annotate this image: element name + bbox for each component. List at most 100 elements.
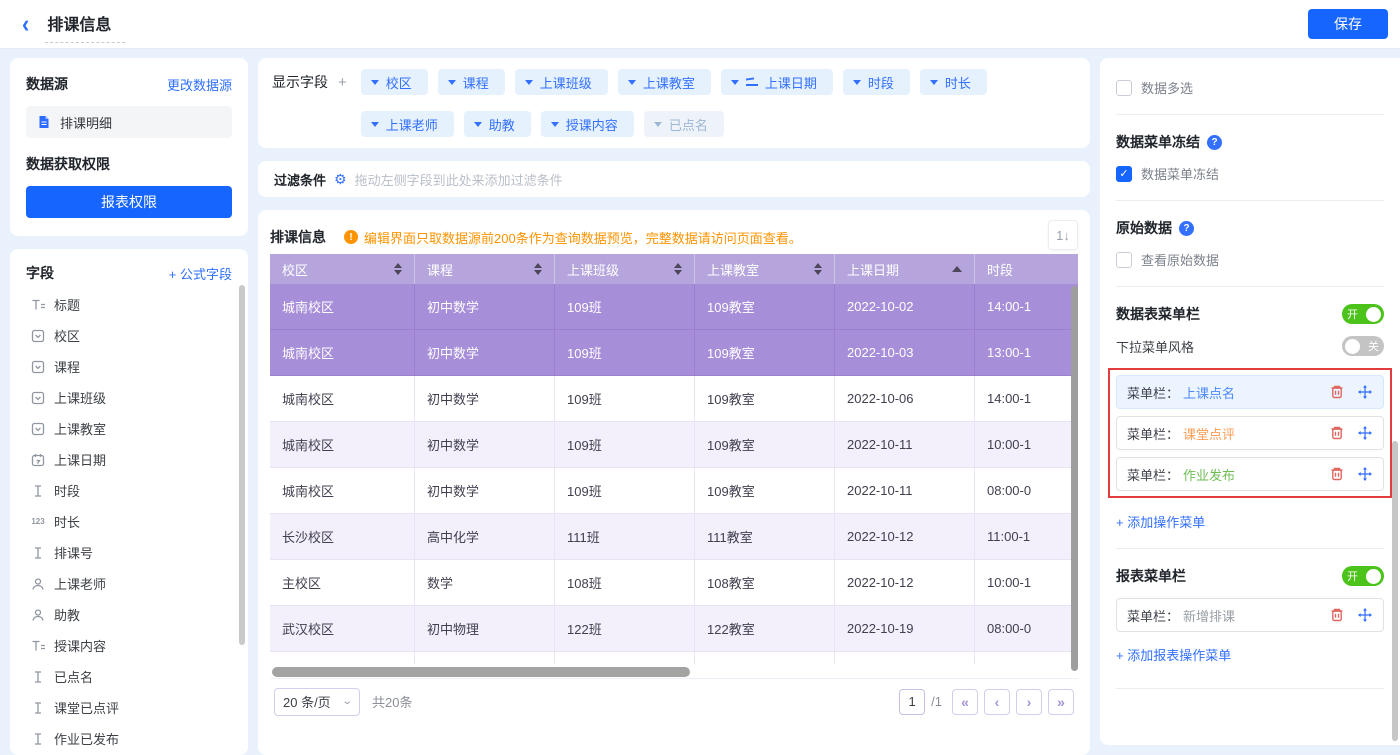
- column-header-课程[interactable]: 课程: [415, 254, 555, 284]
- trash-icon[interactable]: [1329, 425, 1345, 441]
- prev-page-button[interactable]: ‹: [984, 689, 1010, 715]
- trash-icon[interactable]: [1329, 384, 1345, 400]
- select-icon: [30, 390, 46, 406]
- chip-时长[interactable]: 时长: [920, 69, 987, 95]
- save-button[interactable]: 保存: [1308, 9, 1388, 39]
- divider: [1116, 114, 1384, 115]
- raw-data-checkbox-row[interactable]: 查看原始数据: [1116, 250, 1384, 269]
- table-row-partial: [270, 652, 1078, 664]
- menu-name: 课堂点评: [1183, 424, 1317, 443]
- table-sort-button[interactable]: 1↓: [1048, 220, 1078, 250]
- freeze-checkbox-row[interactable]: ✓ 数据菜单冻结: [1116, 164, 1384, 183]
- chip-上课日期[interactable]: 上课日期: [721, 69, 833, 95]
- field-item-排课号[interactable]: 排课号: [26, 537, 232, 568]
- trash-icon[interactable]: [1329, 607, 1345, 623]
- chip-时段[interactable]: 时段: [843, 69, 910, 95]
- add-action-menu-link[interactable]: + 添加操作菜单: [1116, 512, 1205, 531]
- table-row[interactable]: 武汉校区初中物理122班122教室2022-10-1908:00-0: [270, 606, 1078, 652]
- table-row[interactable]: 城南校区初中数学109班109教室2022-10-0313:00-1: [270, 330, 1078, 376]
- trash-icon[interactable]: [1329, 466, 1345, 482]
- fields-scrollbar[interactable]: [239, 285, 245, 645]
- checkbox-unchecked-icon[interactable]: [1116, 252, 1132, 268]
- column-header-上课班级[interactable]: 上课班级: [555, 254, 695, 284]
- chip-课程[interactable]: 课程: [438, 69, 505, 95]
- field-item-上课教室[interactable]: 上课教室: [26, 413, 232, 444]
- table-vertical-scrollbar[interactable]: [1071, 286, 1078, 671]
- back-icon[interactable]: ‹: [22, 11, 29, 36]
- formula-field-link[interactable]: + 公式字段: [169, 264, 232, 283]
- top-bar: ‹ 排课信息 保存: [0, 0, 1400, 48]
- current-page-input[interactable]: 1: [899, 689, 925, 715]
- chip-助教[interactable]: 助教: [464, 111, 531, 137]
- table-row[interactable]: 长沙校区高中化学111班111教室2022-10-1211:00-1: [270, 514, 1078, 560]
- chip-已点名[interactable]: 已点名: [644, 111, 724, 137]
- last-page-button[interactable]: »: [1048, 689, 1074, 715]
- table-row[interactable]: 城南校区初中数学109班109教室2022-10-0614:00-1: [270, 376, 1078, 422]
- move-icon[interactable]: [1357, 607, 1373, 623]
- column-header-上课日期[interactable]: 上课日期: [835, 254, 975, 284]
- column-header-上课教室[interactable]: 上课教室: [695, 254, 835, 284]
- help-icon[interactable]: ?: [1179, 221, 1194, 236]
- field-item-上课日期[interactable]: 上课日期: [26, 444, 232, 475]
- dropdown-style-toggle-off[interactable]: 关: [1342, 336, 1384, 356]
- table-row[interactable]: 城南校区初中数学109班109教室2022-10-1108:00-0: [270, 468, 1078, 514]
- table-row[interactable]: 城南校区初中数学109班109教室2022-10-1110:00-1: [270, 422, 1078, 468]
- field-item-课堂已点评[interactable]: 课堂已点评: [26, 692, 232, 723]
- select-icon: [30, 359, 46, 375]
- next-page-button[interactable]: ›: [1016, 689, 1042, 715]
- column-header-校区[interactable]: 校区: [270, 254, 415, 284]
- report-permission-button[interactable]: 报表权限: [26, 186, 232, 218]
- add-display-field-button[interactable]: +: [338, 74, 347, 91]
- checkbox-checked-icon[interactable]: ✓: [1116, 166, 1132, 182]
- chip-上课老师[interactable]: 上课老师: [361, 111, 454, 137]
- first-page-button[interactable]: «: [952, 689, 978, 715]
- panel-scrollbar[interactable]: [1392, 441, 1398, 741]
- field-item-时长[interactable]: 123时长: [26, 506, 232, 537]
- field-item-作业已发布[interactable]: 作业已发布: [26, 723, 232, 754]
- menu-row-课堂点评[interactable]: 菜单栏： 课堂点评: [1116, 416, 1384, 450]
- chip-校区[interactable]: 校区: [361, 69, 428, 95]
- sort-asc-icon: [952, 266, 962, 272]
- move-icon[interactable]: [1357, 425, 1373, 441]
- chip-授课内容[interactable]: 授课内容: [541, 111, 634, 137]
- gear-icon[interactable]: ⚙: [334, 171, 347, 188]
- checkbox-unchecked-icon[interactable]: [1116, 80, 1132, 96]
- field-label: 助教: [54, 605, 80, 624]
- chip-上课班级[interactable]: 上课班级: [515, 69, 608, 95]
- field-item-时段[interactable]: 时段: [26, 475, 232, 506]
- filter-label: 过滤条件: [274, 170, 326, 189]
- table-title: 排课信息: [270, 227, 326, 247]
- move-icon[interactable]: [1357, 384, 1373, 400]
- field-item-标题[interactable]: 标题: [26, 289, 232, 320]
- help-icon[interactable]: ?: [1207, 135, 1222, 150]
- table-menu-toggle-on[interactable]: 开: [1342, 304, 1384, 324]
- table-row[interactable]: 主校区数学108班108教室2022-10-1210:00-1: [270, 560, 1078, 606]
- table-horizontal-scrollbar[interactable]: [272, 667, 690, 677]
- filter-card[interactable]: 过滤条件 ⚙ 拖动左侧字段到此处来添加过滤条件: [258, 161, 1090, 197]
- menu-row-作业发布[interactable]: 菜单栏： 作业发布: [1116, 457, 1384, 491]
- chevron-down-icon: [525, 80, 533, 85]
- chevron-down-icon: [551, 122, 559, 127]
- field-item-校区[interactable]: 校区: [26, 320, 232, 351]
- move-icon[interactable]: [1357, 466, 1373, 482]
- field-item-已点名[interactable]: 已点名: [26, 661, 232, 692]
- add-report-menu-link[interactable]: + 添加报表操作菜单: [1116, 645, 1231, 664]
- table-menu-section-title: 数据表菜单栏: [1116, 304, 1200, 324]
- field-label: 上课日期: [54, 450, 106, 469]
- menu-row-新增排课[interactable]: 菜单栏： 新增排课: [1116, 598, 1384, 632]
- datasource-item[interactable]: 排课明细: [26, 106, 232, 138]
- fields-title: 字段: [26, 263, 54, 283]
- report-menu-toggle-on[interactable]: 开: [1342, 566, 1384, 586]
- field-item-上课班级[interactable]: 上课班级: [26, 382, 232, 413]
- column-header-时段[interactable]: 时段: [975, 254, 1078, 284]
- field-item-授课内容[interactable]: 授课内容: [26, 630, 232, 661]
- menu-row-上课点名[interactable]: 菜单栏： 上课点名: [1116, 375, 1384, 409]
- chip-上课教室[interactable]: 上课教室: [618, 69, 711, 95]
- table-row[interactable]: 城南校区初中数学109班109教室2022-10-0214:00-1: [270, 284, 1078, 330]
- multi-select-checkbox-row[interactable]: 数据多选: [1116, 78, 1384, 97]
- change-datasource-link[interactable]: 更改数据源: [167, 75, 232, 94]
- field-item-上课老师[interactable]: 上课老师: [26, 568, 232, 599]
- field-item-助教[interactable]: 助教: [26, 599, 232, 630]
- field-item-课程[interactable]: 课程: [26, 351, 232, 382]
- page-size-select[interactable]: 20 条/页 ⌄: [274, 688, 360, 716]
